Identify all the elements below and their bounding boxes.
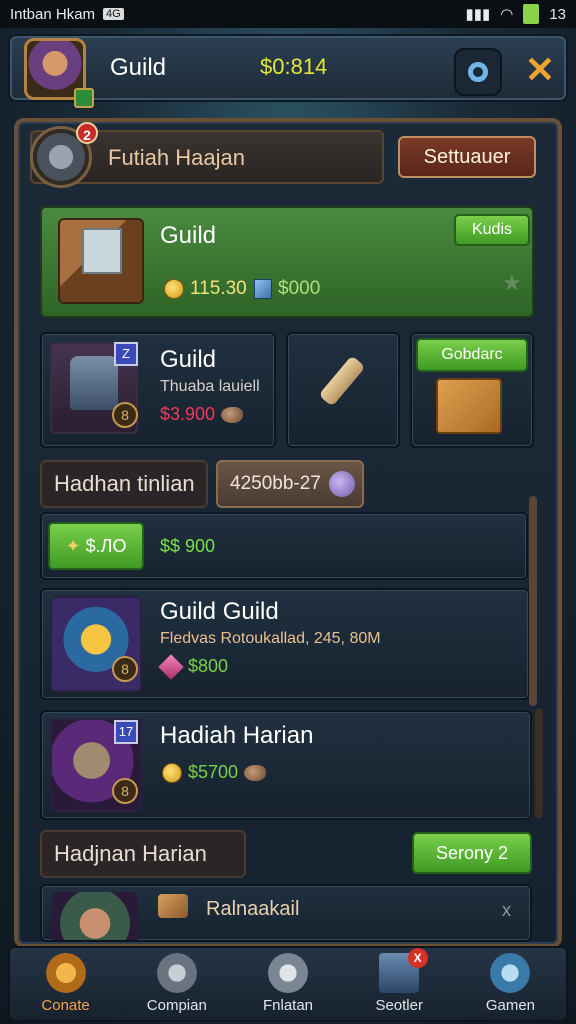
item-card-scroll[interactable] [286,332,400,448]
scroll-icon [318,355,366,407]
list-item-title: Hadiah Harian [160,722,314,749]
section2-button[interactable]: Serony 2 [412,832,532,874]
hero-portrait-icon [52,892,138,940]
item-card-tag[interactable]: Gobdarc [416,338,528,372]
guild-card-gems: $000 [254,278,320,300]
eye-icon [468,62,488,82]
shield-icon [156,953,197,993]
signal-icon: ▮▮▮ [465,6,491,23]
crates-icon [436,378,502,434]
status-bar: Intban Hkam 4G ▮▮▮ ◠ 13 [0,0,576,28]
list-item[interactable]: Ralnaakail x [40,884,532,942]
section-label-2: Hadjnan Harian [40,830,246,878]
resource-pill[interactable]: 4250bb-27 [216,460,364,508]
battery-icon [523,4,540,24]
reward-row: ✦ $.ЛО $$ 900 [40,512,528,580]
page-title: Guild [110,54,167,81]
list-item-badge: 8 [112,778,138,804]
guild-card-title: Guild [160,222,217,249]
arrow-icon: ✦ [65,536,81,556]
notification-badge: 2 [76,122,98,144]
list-item-value: $800 [158,654,228,680]
nav-item-conate[interactable]: Conate [10,948,121,1020]
nav-item-fnlatan[interactable]: Fnlatan [232,948,343,1020]
item-card-subtitle: Thuaba lauiell [160,378,260,395]
wifi-icon: ◠ [500,6,514,23]
pink-gem-icon [158,654,184,680]
gold-coin-icon [164,278,184,299]
crystal-icon [268,953,308,993]
compass-icon [45,953,86,993]
bottom-nav: Conate Compian Fnlatan X Seotler Gamen [8,946,568,1022]
list-item[interactable]: 8 Guild Guild Fledvas Rotoukallad, 245, … [40,588,530,700]
gem-icon [254,278,272,299]
list-item-badge: 8 [112,656,138,682]
item-card-title: Guild [160,346,217,373]
wood-icon [158,894,188,918]
gold-coin-icon [162,763,182,784]
item-level-badge: 8 [112,402,138,428]
view-button[interactable] [454,48,502,96]
scrollbar-secondary[interactable] [535,708,543,818]
list-item-title: Ralnaakail [206,898,300,920]
treasure-chest-icon [58,218,144,304]
guild-card[interactable]: Guild Kudis 115.30 $000 ★ [40,206,534,318]
status-text: Intban Hkam [10,5,96,23]
crystal-icon [328,470,355,497]
avatar-level-badge [74,88,94,108]
top-bar: Guild $0:814 ✕ [8,34,568,108]
item-tier-badge: Z [114,342,138,366]
status-time: 13 [549,5,566,23]
currency-display: $0:814 [260,54,328,79]
list-item-tier-badge: 17 [114,720,138,744]
section-label-1: Hadhan tinlian [40,460,208,508]
star-icon[interactable]: ★ [502,270,522,296]
nav-item-gamen[interactable]: Gamen [455,948,566,1020]
ore-icon [221,407,244,424]
network-badge: 4G [103,8,124,20]
tools-icon[interactable]: ✕ [518,48,562,92]
guild-card-gold: 115.30 [164,278,247,300]
reward-value: $$ 900 [160,536,216,556]
item-card-armor[interactable]: Z 8 Guild Thuaba lauiell $3.900 [40,332,276,448]
ore-icon [244,765,267,782]
list-item-subtitle: Fledvas Rotoukallad, 245, 80M [160,630,381,647]
item-card-price: $3.900 [160,404,244,425]
list-item-title: Guild Guild [160,598,279,625]
settings-button[interactable]: Settuauer [398,136,536,178]
notification-badge: X [407,948,428,968]
nav-item-seotler[interactable]: X Seotler [344,948,455,1020]
scrollbar[interactable] [529,496,537,706]
guild-card-tag[interactable]: Kudis [454,214,530,246]
sword-icon [490,953,531,993]
list-item-value: $5700 [162,762,267,784]
reward-tag[interactable]: ✦ $.ЛО [48,522,144,570]
item-card-crates[interactable]: Gobdarc [410,332,534,448]
close-icon[interactable]: x [502,900,511,921]
nav-item-compian[interactable]: Compian [121,948,232,1020]
guild-header-title: Futiah Haajan [108,145,245,170]
list-item[interactable]: 17 8 Hadiah Harian $5700 [40,710,532,820]
